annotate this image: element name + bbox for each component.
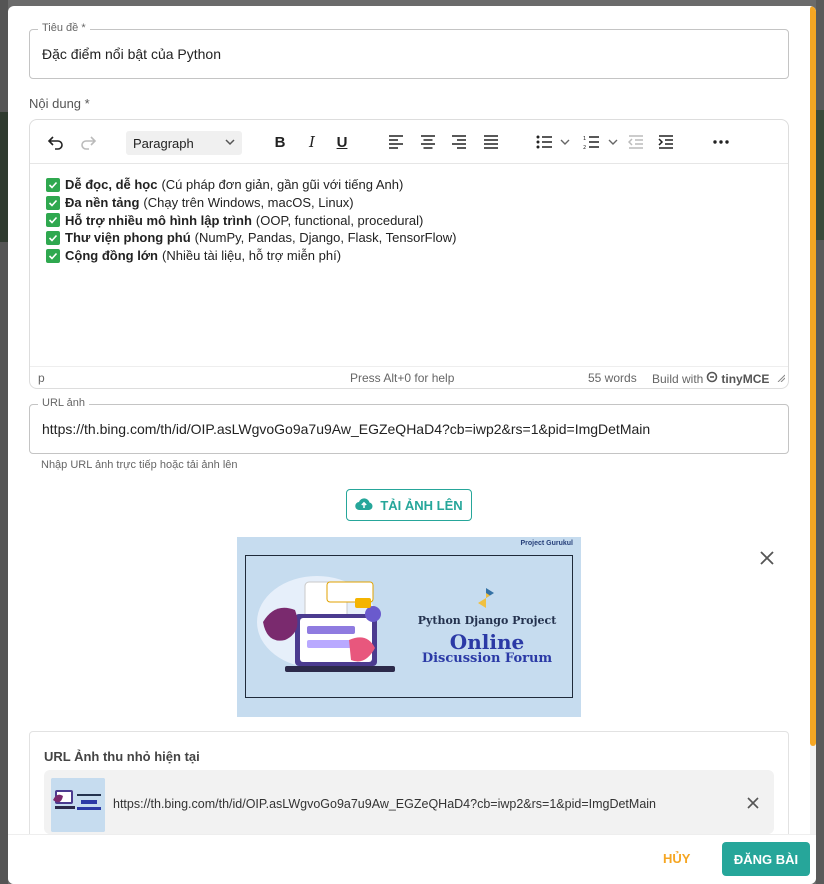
- current-thumbnail-card: URL Ảnh thu nhỏ hiện tại https://th.bing…: [29, 731, 789, 851]
- list-item: Cộng đồng lớn (Nhiều tài liệu, hỗ trợ mi…: [46, 247, 772, 265]
- list-item: Đa nền tảng (Chạy trên Windows, macOS, L…: [46, 194, 772, 212]
- tinymce-brand-text: tinyMCE: [721, 371, 770, 386]
- title-field[interactable]: Tiêu đề * Đặc điểm nổi bật của Python: [29, 22, 789, 79]
- check-mark-icon: [46, 177, 60, 192]
- item-text: (Chạy trên Windows, macOS, Linux): [143, 194, 354, 210]
- list-item: Hỗ trợ nhiều mô hình lập trình (OOP, fun…: [46, 212, 772, 230]
- submit-post-button[interactable]: ĐĂNG BÀI: [722, 842, 810, 876]
- content-label: Nội dung *: [29, 96, 90, 111]
- align-right-icon[interactable]: [449, 130, 469, 154]
- list-item: Thư viện phong phú (NumPy, Pandas, Djang…: [46, 229, 772, 247]
- bullet-list-icon[interactable]: [535, 130, 575, 154]
- svg-text:1: 1: [583, 136, 586, 142]
- cancel-button[interactable]: HỦY: [663, 851, 690, 866]
- item-text: (OOP, functional, procedural): [255, 212, 424, 228]
- bold-icon[interactable]: B: [270, 130, 290, 154]
- python-logo-icon: [478, 588, 494, 608]
- preview-brand-text: Project Gurukul: [520, 540, 573, 547]
- image-url-input[interactable]: https://th.bing.com/th/id/OIP.asLWgvoGo9…: [42, 405, 650, 453]
- scrollbar[interactable]: [810, 6, 816, 834]
- dialog-footer: HỦY ĐĂNG BÀI: [8, 834, 816, 884]
- preview-line-3: Discussion Forum: [421, 651, 553, 666]
- align-left-icon[interactable]: [386, 130, 406, 154]
- outdent-icon[interactable]: [626, 130, 646, 154]
- item-bold-text: Dễ đọc, dễ học: [65, 177, 158, 192]
- remove-image-close-icon[interactable]: [758, 549, 776, 572]
- illustration-art: [257, 576, 395, 672]
- check-mark-icon: [46, 213, 60, 228]
- backdrop-right: [816, 0, 824, 884]
- help-hint: Press Alt+0 for help: [350, 371, 455, 385]
- thumbnail-image: [51, 778, 105, 832]
- svg-text:2: 2: [583, 145, 586, 149]
- upload-button-label: TẢI ẢNH LÊN: [380, 497, 463, 513]
- item-bold-text: Thư viện phong phú: [65, 230, 191, 246]
- check-mark-icon: [46, 231, 60, 246]
- thumbnail-row: https://th.bing.com/th/id/OIP.asLWgvoGo9…: [44, 770, 774, 834]
- word-count[interactable]: 55 words: [588, 371, 637, 385]
- item-text: (Nhiều tài liệu, hỗ trợ miễn phí): [162, 248, 342, 264]
- close-icon[interactable]: [746, 796, 760, 815]
- image-url-field[interactable]: URL ảnh https://th.bing.com/th/id/OIP.as…: [29, 397, 789, 454]
- element-path[interactable]: p: [38, 371, 45, 385]
- chevron-down-icon: [224, 135, 236, 152]
- check-mark-icon: [46, 249, 60, 264]
- indent-icon[interactable]: [656, 130, 676, 154]
- item-bold-text: Hỗ trợ nhiều mô hình lập trình: [65, 212, 252, 228]
- title-input[interactable]: Đặc điểm nổi bật của Python: [42, 30, 221, 78]
- redo-icon[interactable]: [76, 130, 100, 154]
- editor-content[interactable]: Dễ đọc, dễ học (Cú pháp đơn giản, gần gũ…: [30, 164, 788, 366]
- image-preview: Project Gurukul Python Django Project On…: [237, 537, 581, 717]
- align-justify-icon[interactable]: [481, 130, 501, 154]
- resize-handle-icon[interactable]: [777, 371, 786, 385]
- tinymce-branding[interactable]: Build with tinyMCE: [652, 371, 769, 386]
- underline-icon[interactable]: U: [332, 130, 352, 154]
- thumbnail-url: https://th.bing.com/th/id/OIP.asLWgvoGo9…: [113, 797, 656, 811]
- editor-statusbar: p Press Alt+0 for help 55 words Build wi…: [30, 366, 788, 388]
- item-bold-text: Cộng đồng lớn: [65, 248, 158, 264]
- preview-line-1: Python Django Project: [417, 614, 557, 627]
- check-mark-icon: [46, 195, 60, 210]
- item-text: (NumPy, Pandas, Django, Flask, TensorFlo…: [194, 230, 457, 246]
- undo-icon[interactable]: [44, 130, 68, 154]
- backdrop-left: [0, 0, 8, 884]
- align-center-icon[interactable]: [418, 130, 438, 154]
- tinymce-logo-icon: [706, 371, 718, 386]
- upload-image-button[interactable]: TẢI ẢNH LÊN: [346, 489, 472, 521]
- thumbnail-title: URL Ảnh thu nhỏ hiện tại: [44, 749, 200, 764]
- block-format-select[interactable]: Paragraph: [126, 131, 242, 155]
- build-with-text: Build with: [652, 371, 704, 386]
- item-bold-text: Đa nền tảng: [65, 194, 140, 210]
- post-dialog: Tiêu đề * Đặc điểm nổi bật của Python Nộ…: [8, 6, 816, 884]
- rich-text-editor: Paragraph B I U 1 2 Dễ đọc, dễ học (Cú p…: [29, 119, 789, 389]
- numbered-list-icon[interactable]: 12: [582, 130, 622, 154]
- more-icon[interactable]: [710, 130, 732, 154]
- cloud-upload-icon: [355, 497, 373, 514]
- italic-icon[interactable]: I: [302, 130, 322, 154]
- list-item: Dễ đọc, dễ học (Cú pháp đơn giản, gần gũ…: [46, 176, 772, 194]
- item-text: (Cú pháp đơn giản, gần gũi với tiếng Anh…: [161, 177, 404, 192]
- image-url-helper: Nhập URL ảnh trực tiếp hoặc tải ảnh lên: [41, 459, 238, 471]
- block-format-value: Paragraph: [133, 135, 194, 151]
- editor-toolbar: Paragraph B I U 1 2: [30, 120, 788, 164]
